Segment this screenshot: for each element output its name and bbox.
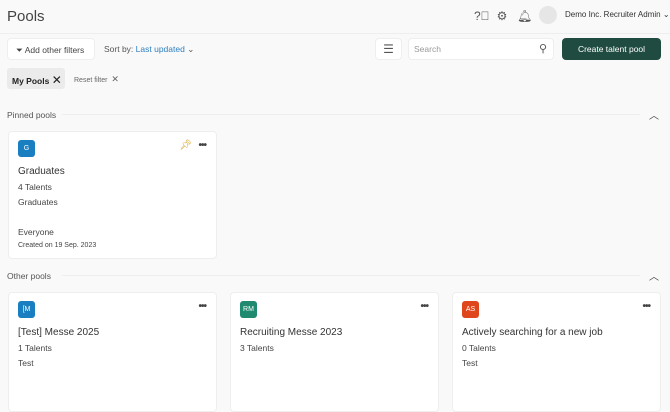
search-input[interactable]: Search ⚲ bbox=[408, 38, 554, 60]
chevron-down-icon: ⌄ bbox=[662, 10, 670, 19]
chip-label: My Pools bbox=[12, 76, 50, 86]
pool-avatar: G bbox=[18, 140, 35, 157]
divider bbox=[62, 114, 640, 115]
help-icon[interactable]: ?⃝ bbox=[474, 9, 490, 23]
pool-card[interactable]: [M ••• [Test] Messe 2025 1 Talents Test bbox=[8, 292, 217, 412]
pool-avatar: [M bbox=[18, 301, 35, 318]
pool-talents: 3 Talents bbox=[240, 343, 274, 353]
list-view-button[interactable]: ☰ bbox=[375, 38, 402, 60]
more-options-icon[interactable]: ••• bbox=[642, 301, 650, 312]
sort-value: Last updated bbox=[135, 44, 185, 54]
avatar[interactable] bbox=[539, 6, 557, 24]
search-icon[interactable]: ⚲ bbox=[539, 42, 547, 55]
page-title: Pools bbox=[7, 8, 45, 25]
pool-name: Recruiting Messe 2023 bbox=[240, 327, 343, 338]
reset-filter-button[interactable]: Reset filter ✕ bbox=[74, 74, 119, 85]
other-pools-heading: Other pools bbox=[7, 271, 51, 281]
pool-created: Created on 19 Sep. 2023 bbox=[18, 242, 97, 249]
add-filters-button[interactable]: ⏷ Add other filters bbox=[7, 38, 95, 60]
pool-card[interactable]: AS ••• Actively searching for a new job … bbox=[452, 292, 661, 412]
pool-description: Test bbox=[18, 358, 34, 368]
pool-name: Actively searching for a new job bbox=[462, 327, 603, 338]
list-icon: ☰ bbox=[383, 42, 394, 56]
pool-avatar: RM bbox=[240, 301, 257, 318]
pool-description: Test bbox=[462, 358, 478, 368]
more-options-icon[interactable]: ••• bbox=[198, 140, 206, 151]
user-name: Demo Inc. Recruiter Admin bbox=[565, 10, 661, 19]
pool-name: [Test] Messe 2025 bbox=[18, 327, 100, 338]
collapse-pinned-icon[interactable]: ︿ bbox=[649, 107, 659, 122]
sort-label: Sort by: bbox=[104, 44, 134, 54]
pool-talents: 0 Talents bbox=[462, 343, 496, 353]
sort-dropdown[interactable]: Sort by: Last updated ⌄ bbox=[104, 44, 194, 55]
create-talent-pool-button[interactable]: Create talent pool bbox=[562, 38, 661, 60]
more-options-icon[interactable]: ••• bbox=[198, 301, 206, 312]
pool-visibility: Everyone bbox=[18, 227, 54, 237]
close-icon: ✕ bbox=[111, 74, 119, 84]
pool-talents: 4 Talents bbox=[18, 182, 52, 192]
filter-icon: ⏷ bbox=[16, 45, 23, 55]
pinned-pools-heading: Pinned pools bbox=[7, 110, 57, 120]
chevron-down-icon: ⌄ bbox=[187, 44, 195, 54]
more-options-icon[interactable]: ••• bbox=[420, 301, 428, 312]
pool-card[interactable]: G 📌︎ ••• Graduates 4 Talents Graduates E… bbox=[8, 131, 217, 259]
gear-icon[interactable]: ⚙ bbox=[496, 9, 508, 23]
reset-label: Reset filter bbox=[74, 77, 108, 84]
user-menu[interactable]: Demo Inc. Recruiter Admin ⌄ bbox=[565, 10, 670, 19]
add-filters-label: Add other filters bbox=[24, 45, 85, 55]
pool-card[interactable]: RM ••• Recruiting Messe 2023 3 Talents bbox=[230, 292, 439, 412]
pin-icon[interactable]: 📌︎ bbox=[179, 140, 192, 151]
pool-talents: 1 Talents bbox=[18, 343, 52, 353]
close-icon[interactable]: ✕ bbox=[52, 73, 62, 87]
pool-name: Graduates bbox=[18, 166, 65, 177]
pool-avatar: AS bbox=[462, 301, 479, 318]
filter-chip-my-pools[interactable]: My Pools ✕ bbox=[7, 68, 65, 89]
collapse-other-icon[interactable]: ︿ bbox=[649, 268, 659, 283]
pool-description: Graduates bbox=[18, 197, 58, 207]
search-placeholder: Search bbox=[414, 44, 441, 54]
divider bbox=[62, 275, 640, 276]
bell-icon[interactable]: 🔔︎ bbox=[517, 9, 532, 23]
